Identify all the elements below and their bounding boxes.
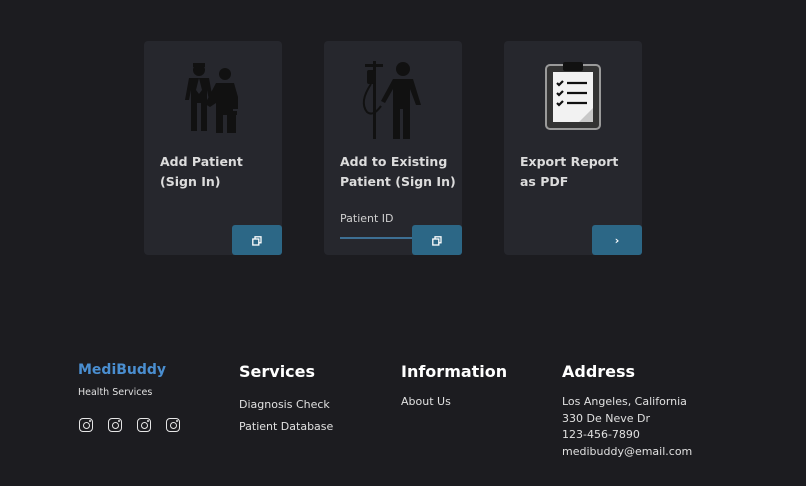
brand-tagline: Health Services	[78, 387, 153, 398]
chevron-right-icon: ›	[614, 233, 620, 247]
link-about-us[interactable]: About Us	[401, 394, 507, 411]
instagram-icon[interactable]	[108, 418, 122, 432]
card-add-patient: Add Patient (Sign In)	[144, 41, 282, 255]
card-title: Add Patient (Sign In)	[160, 154, 243, 189]
footer-address: Address Los Angeles, California 330 De N…	[562, 362, 692, 461]
card-add-existing-patient: Add to Existing Patient (Sign In) Patien…	[324, 41, 462, 255]
information-heading: Information	[401, 362, 508, 381]
link-diagnosis-check[interactable]: Diagnosis Check	[239, 394, 333, 416]
footer-services: Services Diagnosis Check Patient Databas…	[239, 362, 333, 438]
brand-name[interactable]: MediBuddy	[78, 362, 166, 378]
instagram-icon[interactable]	[137, 418, 151, 432]
footer-brand: MediBuddy Health Services	[78, 362, 166, 398]
card-title: Export Report as PDF	[520, 154, 619, 189]
card-title: Add to Existing Patient (Sign In)	[340, 154, 456, 189]
footer-information: Information About Us	[401, 362, 507, 411]
doctor-patient-icon	[144, 61, 282, 141]
patient-id-label: Patient ID	[340, 212, 394, 225]
instagram-icon[interactable]	[166, 418, 180, 432]
iv-drip-patient-icon	[324, 61, 462, 141]
social-links	[79, 418, 180, 432]
link-patient-database[interactable]: Patient Database	[239, 416, 333, 438]
clipboard-checklist-icon	[504, 61, 642, 141]
phone-number: 123-456-7890	[562, 428, 640, 442]
add-existing-patient-button[interactable]	[412, 225, 462, 255]
services-heading: Services	[239, 362, 316, 381]
address-line: 330 De Neve Dr	[562, 411, 650, 425]
email-address[interactable]: medibuddy@email.com	[562, 444, 692, 461]
patient-id-input[interactable]	[340, 237, 416, 239]
export-pdf-button[interactable]: ›	[592, 225, 642, 255]
card-export-report: Export Report as PDF ›	[504, 41, 642, 255]
copy-icon	[432, 231, 442, 250]
copy-icon	[252, 231, 262, 250]
instagram-icon[interactable]	[79, 418, 93, 432]
address-line: Los Angeles, California	[562, 395, 687, 408]
add-patient-button[interactable]	[232, 225, 282, 255]
address-heading: Address	[562, 362, 636, 381]
